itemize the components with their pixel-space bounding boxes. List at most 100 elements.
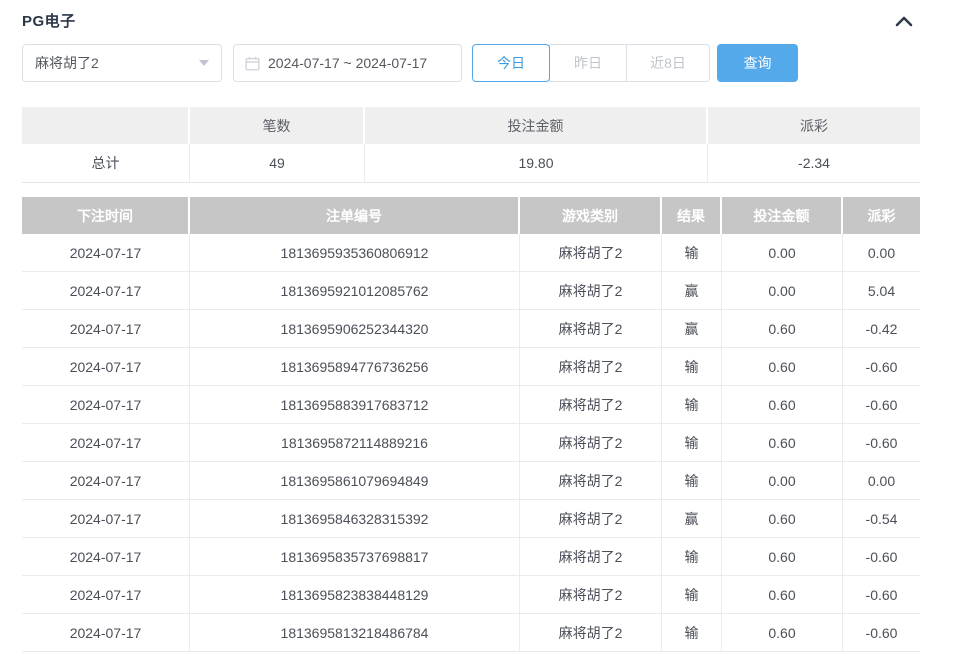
table-cell: -0.60 [843, 348, 920, 386]
summary-header-row: 笔数 投注金额 派彩 [22, 107, 920, 144]
table-cell: 1813695921012085762 [190, 272, 520, 310]
records-table-body: 2024-07-171813695935360806912麻将胡了2输0.000… [22, 234, 920, 652]
game-select[interactable]: 麻将胡了2 [22, 44, 222, 82]
table-row: 2024-07-171813695935360806912麻将胡了2输0.000… [22, 234, 920, 272]
summary-header-cell: 投注金额 [365, 107, 708, 144]
records-header-cell: 注单编号 [190, 197, 520, 234]
pg-panel: PG电子 麻将胡了2 2024-07-17 ~ 2024-07-17 今日昨日近… [22, 0, 920, 652]
table-cell: 2024-07-17 [22, 386, 190, 424]
date-range-value: 2024-07-17 ~ 2024-07-17 [268, 55, 427, 71]
table-cell: 0.00 [722, 272, 843, 310]
table-cell: 1813695906252344320 [190, 310, 520, 348]
quick-range-group: 今日昨日近8日 [472, 44, 710, 82]
table-cell: 0.60 [722, 538, 843, 576]
table-cell: 1813695835737698817 [190, 538, 520, 576]
table-cell: 1813695894776736256 [190, 348, 520, 386]
table-cell: 输 [662, 462, 722, 500]
table-cell: -0.54 [843, 500, 920, 538]
chevron-up-icon [894, 16, 914, 31]
summary-header-cell: 派彩 [708, 107, 920, 144]
table-cell: 0.60 [722, 424, 843, 462]
table-cell: 1813695883917683712 [190, 386, 520, 424]
table-row: 2024-07-171813695861079694849麻将胡了2输0.000… [22, 462, 920, 500]
table-cell: 输 [662, 348, 722, 386]
table-cell: 赢 [662, 272, 722, 310]
filter-bar: 麻将胡了2 2024-07-17 ~ 2024-07-17 今日昨日近8日 查询 [22, 44, 920, 82]
table-cell: 1813695872114889216 [190, 424, 520, 462]
table-cell: 5.04 [843, 272, 920, 310]
table-cell: 2024-07-17 [22, 348, 190, 386]
table-cell: 0.00 [722, 234, 843, 272]
table-row: 2024-07-171813695835737698817麻将胡了2输0.60-… [22, 538, 920, 576]
collapse-button[interactable] [892, 12, 916, 30]
table-cell: 2024-07-17 [22, 424, 190, 462]
table-row: 2024-07-171813695894776736256麻将胡了2输0.60-… [22, 348, 920, 386]
table-cell: 2024-07-17 [22, 272, 190, 310]
table-cell: 麻将胡了2 [520, 500, 662, 538]
table-row: 2024-07-171813695872114889216麻将胡了2输0.60-… [22, 424, 920, 462]
summary-header-cell: 笔数 [190, 107, 365, 144]
table-cell: -0.60 [843, 576, 920, 614]
table-cell: 麻将胡了2 [520, 272, 662, 310]
summary-count: 49 [190, 144, 365, 183]
table-cell: -0.60 [843, 424, 920, 462]
table-row: 2024-07-171813695921012085762麻将胡了2赢0.005… [22, 272, 920, 310]
table-cell: 赢 [662, 500, 722, 538]
records-header-cell: 结果 [662, 197, 722, 234]
summary-total-row: 总计 49 19.80 -2.34 [22, 144, 920, 183]
table-cell: 0.60 [722, 310, 843, 348]
table-cell: 麻将胡了2 [520, 614, 662, 652]
table-cell: 2024-07-17 [22, 576, 190, 614]
records-header-cell: 投注金额 [722, 197, 843, 234]
table-cell: -0.60 [843, 614, 920, 652]
table-cell: 2024-07-17 [22, 234, 190, 272]
table-cell: 2024-07-17 [22, 500, 190, 538]
calendar-icon [245, 56, 260, 71]
search-button[interactable]: 查询 [717, 44, 798, 82]
table-cell: 麻将胡了2 [520, 424, 662, 462]
table-cell: -0.42 [843, 310, 920, 348]
table-cell: 0.00 [843, 462, 920, 500]
records-header-cell: 下注时间 [22, 197, 190, 234]
date-range-input[interactable]: 2024-07-17 ~ 2024-07-17 [233, 44, 462, 82]
quick-range-button[interactable]: 昨日 [549, 44, 627, 82]
table-cell: 输 [662, 614, 722, 652]
summary-total-label: 总计 [22, 144, 190, 183]
table-cell: 输 [662, 234, 722, 272]
table-cell: 赢 [662, 310, 722, 348]
records-header-cell: 游戏类别 [520, 197, 662, 234]
page-title: PG电子 [22, 10, 76, 31]
table-cell: 麻将胡了2 [520, 576, 662, 614]
summary-payout: -2.34 [708, 144, 920, 183]
records-header-cell: 派彩 [843, 197, 920, 234]
table-cell: 0.60 [722, 576, 843, 614]
table-cell: 麻将胡了2 [520, 234, 662, 272]
table-cell: 0.60 [722, 386, 843, 424]
table-cell: 输 [662, 386, 722, 424]
table-row: 2024-07-171813695883917683712麻将胡了2输0.60-… [22, 386, 920, 424]
quick-range-button[interactable]: 近8日 [626, 44, 710, 82]
table-cell: 麻将胡了2 [520, 538, 662, 576]
table-row: 2024-07-171813695846328315392麻将胡了2赢0.60-… [22, 500, 920, 538]
table-row: 2024-07-171813695823838448129麻将胡了2输0.60-… [22, 576, 920, 614]
table-cell: -0.60 [843, 386, 920, 424]
table-cell: 2024-07-17 [22, 310, 190, 348]
summary-table: 笔数 投注金额 派彩 总计 49 19.80 -2.34 [22, 107, 920, 183]
table-cell: 1813695846328315392 [190, 500, 520, 538]
summary-bet-amount: 19.80 [365, 144, 708, 183]
table-row: 2024-07-171813695813218486784麻将胡了2输0.60-… [22, 614, 920, 652]
table-cell: 2024-07-17 [22, 462, 190, 500]
table-cell: 1813695861079694849 [190, 462, 520, 500]
table-cell: 0.60 [722, 500, 843, 538]
chevron-down-icon [199, 60, 209, 66]
table-cell: 输 [662, 576, 722, 614]
table-cell: 麻将胡了2 [520, 386, 662, 424]
table-cell: 0.00 [722, 462, 843, 500]
quick-range-button[interactable]: 今日 [472, 44, 550, 82]
table-cell: 输 [662, 424, 722, 462]
table-cell: 麻将胡了2 [520, 348, 662, 386]
table-cell: 2024-07-17 [22, 538, 190, 576]
table-cell: 0.60 [722, 614, 843, 652]
table-cell: 麻将胡了2 [520, 310, 662, 348]
table-cell: 0.00 [843, 234, 920, 272]
